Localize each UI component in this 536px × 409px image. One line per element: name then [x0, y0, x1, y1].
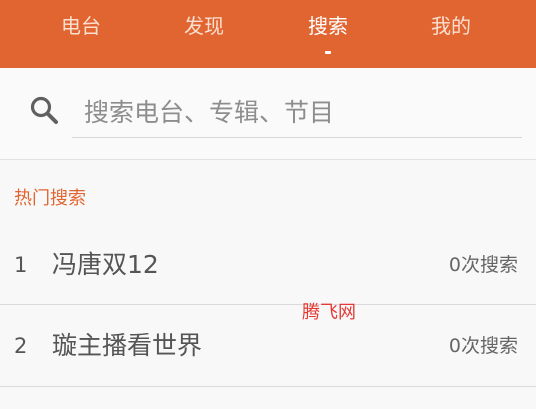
hot-search-item[interactable]: 2 璇主播看世界 0次搜索 [0, 306, 536, 386]
tab-search[interactable]: 搜索 [283, 0, 373, 68]
tab-mine[interactable]: 我的 [406, 0, 496, 68]
row-divider [0, 386, 536, 387]
search-input[interactable] [72, 88, 522, 138]
hot-search-rank: 2 [14, 334, 28, 358]
row-divider [0, 304, 536, 305]
hot-search-name: 冯唐双12 [52, 250, 159, 279]
tab-radio-label: 电台 [61, 14, 101, 38]
tab-mine-label: 我的 [431, 14, 471, 38]
hot-search-item[interactable]: 1 冯唐双12 0次搜索 [0, 225, 536, 305]
active-tab-indicator [325, 51, 331, 54]
tab-search-label: 搜索 [308, 14, 348, 38]
app-root: 电台 发现 搜索 我的 热门搜索 1 冯唐双12 0次搜索 2 璇主播看世界 0… [0, 0, 536, 409]
tab-discover-label: 发现 [184, 14, 224, 38]
tab-discover[interactable]: 发现 [159, 0, 249, 68]
top-tab-bar: 电台 发现 搜索 我的 [0, 0, 536, 68]
tab-radio[interactable]: 电台 [36, 0, 126, 68]
search-bar [0, 68, 536, 160]
hot-search-count: 0次搜索 [448, 335, 518, 357]
hot-search-name: 璇主播看世界 [52, 331, 203, 360]
hot-search-rank: 1 [14, 253, 28, 277]
watermark-text: 腾飞网 [302, 302, 356, 323]
hot-search-count: 0次搜索 [448, 254, 518, 276]
search-icon [28, 94, 62, 128]
hot-search-title: 热门搜索 [14, 188, 86, 209]
